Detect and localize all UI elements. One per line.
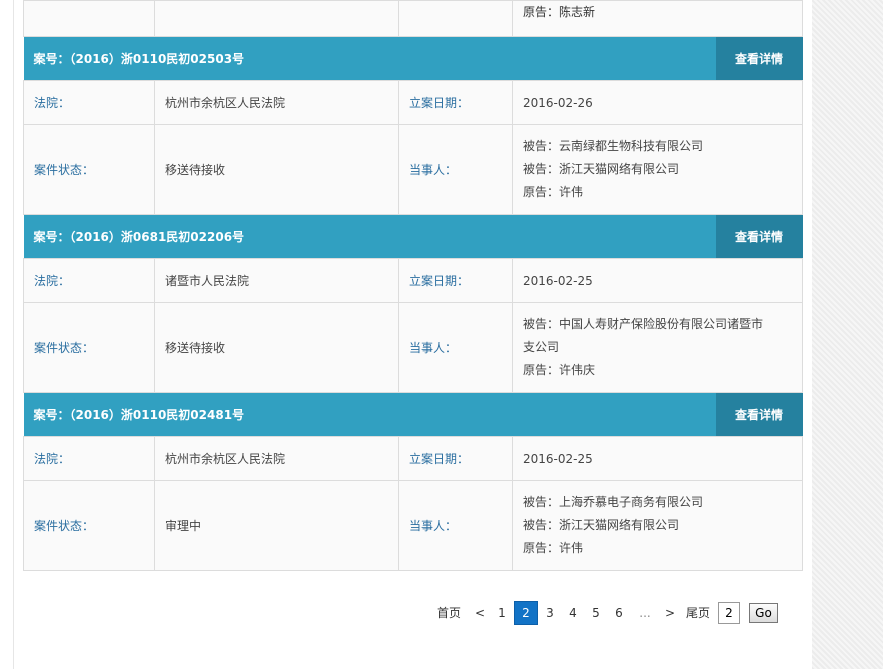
party-line: 被告：中国人寿财产保险股份有限公司诸暨市	[523, 317, 764, 331]
page-link-2-current[interactable]: 2	[514, 601, 538, 625]
prev-page-link[interactable]: <	[472, 602, 488, 624]
status-label: 案件状态：	[23, 302, 155, 393]
view-details-button[interactable]: 查看详情	[735, 406, 783, 423]
case-table: 原告：陈志新 案号：（2016）浙0110民初02503号 查看详情 法院： 杭…	[23, 0, 803, 571]
table-row: 案件状态： 移送待接收 当事人： 被告：云南绿都生物科技有限公司 被告：浙江天猫…	[23, 124, 803, 215]
detail-cell: 查看详情	[512, 36, 803, 81]
detail-cell: 查看详情	[512, 392, 803, 437]
go-button[interactable]: Go	[749, 603, 778, 623]
court-value: 诸暨市人民法院	[154, 258, 399, 303]
status-value: 审理中	[154, 480, 399, 571]
table-row: 案件状态： 移送待接收 当事人： 被告：中国人寿财产保险股份有限公司诸暨市 支公…	[23, 302, 803, 393]
last-page-link[interactable]: 尾页	[684, 602, 712, 624]
status-label-cell	[23, 0, 155, 37]
case-header: 案号：（2016）浙0681民初02206号 查看详情	[23, 214, 803, 259]
parties-list: 被告：云南绿都生物科技有限公司 被告：浙江天猫网络有限公司 原告：许伟	[512, 124, 803, 215]
court-label: 法院：	[23, 258, 155, 303]
court-label: 法院：	[23, 436, 155, 481]
parties-list: 被告：上海乔慕电子商务有限公司 被告：浙江天猫网络有限公司 原告：许伟	[512, 480, 803, 571]
page-link-4[interactable]: 4	[565, 602, 581, 624]
date-label: 立案日期：	[398, 436, 513, 481]
table-row: 法院： 杭州市余杭区人民法院 立案日期： 2016-02-25	[23, 436, 803, 481]
parties-label: 当事人：	[398, 124, 513, 215]
right-side-panel	[812, 0, 883, 669]
status-value: 移送待接收	[154, 124, 399, 215]
status-label: 案件状态：	[23, 480, 155, 571]
pagination-ellipsis: ...	[639, 606, 651, 620]
page-link-1[interactable]: 1	[494, 602, 510, 624]
page-link-6[interactable]: 6	[611, 602, 627, 624]
party-line: 被告：浙江天猫网络有限公司	[523, 518, 680, 532]
case-header: 案号：（2016）浙0110民初02481号 查看详情	[23, 392, 803, 437]
party-line: 被告：浙江天猫网络有限公司	[523, 162, 680, 176]
page-number-input[interactable]	[718, 602, 740, 624]
date-label: 立案日期：	[398, 258, 513, 303]
party-line: 原告：许伟	[523, 541, 584, 555]
parties-cell: 原告：陈志新	[512, 0, 803, 37]
view-details-button[interactable]: 查看详情	[735, 50, 783, 67]
court-label: 法院：	[23, 80, 155, 125]
date-value: 2016-02-26	[512, 80, 803, 125]
date-value: 2016-02-25	[512, 258, 803, 303]
court-value: 杭州市余杭区人民法院	[154, 436, 399, 481]
first-page-link[interactable]: 首页	[434, 602, 464, 624]
view-details-button[interactable]: 查看详情	[735, 228, 783, 245]
status-label: 案件状态：	[23, 124, 155, 215]
left-gutter	[0, 0, 14, 669]
case-header: 案号：（2016）浙0110民初02503号 查看详情	[23, 36, 803, 81]
case-number: 案号：（2016）浙0110民初02503号	[23, 36, 513, 81]
party-line: 原告：陈志新	[523, 5, 596, 19]
table-row: 法院： 诸暨市人民法院 立案日期： 2016-02-25	[23, 258, 803, 303]
table-row: 法院： 杭州市余杭区人民法院 立案日期： 2016-02-26	[23, 80, 803, 125]
case-number: 案号：（2016）浙0110民初02481号	[23, 392, 513, 437]
date-label: 立案日期：	[398, 80, 513, 125]
party-line: 原告：许伟庆	[523, 363, 596, 377]
pagination: 首页 < 1 2 3 4 5 6 ... > 尾页 Go	[434, 601, 778, 625]
case-list: 原告：陈志新 案号：（2016）浙0110民初02503号 查看详情 法院： 杭…	[23, 0, 803, 571]
parties-label: 当事人：	[398, 302, 513, 393]
party-line: 支公司	[523, 340, 560, 354]
parties-label-cell	[398, 0, 513, 37]
case-number: 案号：（2016）浙0681民初02206号	[23, 214, 513, 259]
party-line: 原告：许伟	[523, 185, 584, 199]
parties-list: 被告：中国人寿财产保险股份有限公司诸暨市 支公司 原告：许伟庆	[512, 302, 803, 393]
status-value-cell	[154, 0, 399, 37]
detail-cell: 查看详情	[512, 214, 803, 259]
date-value: 2016-02-25	[512, 436, 803, 481]
parties-label: 当事人：	[398, 480, 513, 571]
table-row: 原告：陈志新	[23, 0, 803, 37]
party-line: 被告：上海乔慕电子商务有限公司	[523, 495, 704, 509]
table-row: 案件状态： 审理中 当事人： 被告：上海乔慕电子商务有限公司 被告：浙江天猫网络…	[23, 480, 803, 571]
party-line: 被告：云南绿都生物科技有限公司	[523, 139, 704, 153]
page-link-3[interactable]: 3	[542, 602, 558, 624]
court-value: 杭州市余杭区人民法院	[154, 80, 399, 125]
page-link-5[interactable]: 5	[588, 602, 604, 624]
status-value: 移送待接收	[154, 302, 399, 393]
next-page-link[interactable]: >	[662, 602, 678, 624]
